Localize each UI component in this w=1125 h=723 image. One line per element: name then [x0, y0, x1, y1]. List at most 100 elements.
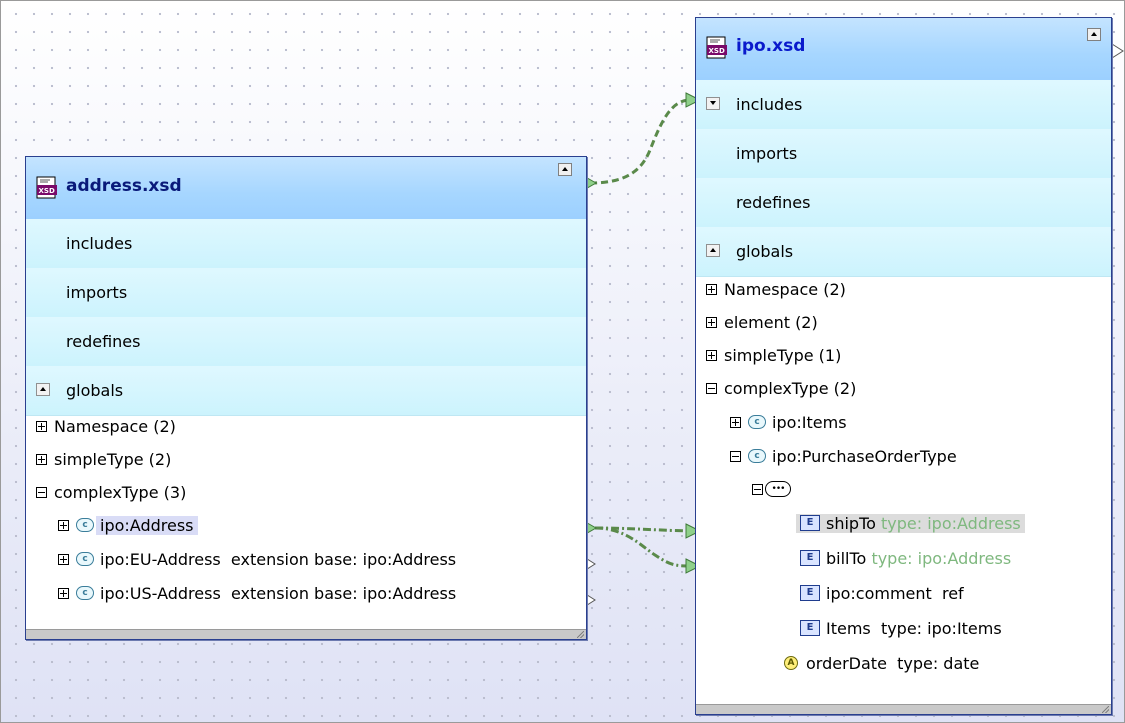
plus-icon[interactable]: [58, 553, 69, 565]
plus-icon[interactable]: [730, 416, 741, 428]
minus-icon[interactable]: [706, 382, 717, 394]
node-label: Namespace (2): [54, 417, 176, 436]
xsd-file-icon: XSD: [36, 176, 57, 199]
imports-label: imports: [736, 144, 798, 163]
node-label: orderDate: [806, 654, 887, 673]
tree-node-ipo-us-address[interactable]: c ipo:US-Address extension base: ipo:Addr…: [58, 583, 456, 605]
imports-section[interactable]: imports: [696, 129, 1111, 179]
node-type: type: date: [897, 654, 980, 673]
collapse-box-button[interactable]: [558, 163, 572, 176]
node-label: ipo:PurchaseOrderType: [772, 447, 957, 466]
plus-icon[interactable]: [36, 453, 47, 465]
tree-node-complextype[interactable]: complexType (3): [36, 482, 186, 504]
plus-icon[interactable]: [706, 349, 717, 361]
redefines-label: redefines: [66, 332, 141, 351]
node-label: ipo:EU-Address extension base: ipo:Addre…: [100, 550, 457, 569]
resize-grip-icon[interactable]: [1102, 706, 1109, 713]
node-label: billTo: [826, 549, 867, 568]
node-label: ipo:Address: [96, 516, 198, 535]
ipo-xsd-header[interactable]: XSD ipo.xsd: [696, 18, 1111, 81]
complex-type-icon: c: [76, 586, 94, 600]
address-xsd-header[interactable]: XSD address.xsd: [26, 157, 586, 220]
plus-icon[interactable]: [58, 587, 69, 599]
node-label: simpleType (2): [54, 450, 172, 469]
plus-icon[interactable]: [706, 283, 717, 295]
tree-node-ipo-eu-address[interactable]: c ipo:EU-Address extension base: ipo:Addr…: [58, 549, 456, 571]
file-title: address.xsd: [66, 176, 182, 196]
address-xsd-box[interactable]: XSD address.xsd includes imports redefin…: [25, 156, 587, 640]
minus-icon[interactable]: [36, 486, 47, 498]
plus-icon[interactable]: [706, 316, 717, 328]
node-label: complexType (2): [724, 379, 857, 398]
attribute-icon: A: [784, 656, 798, 670]
svg-text:XSD: XSD: [39, 187, 55, 195]
node-type: type: ipo:Items: [880, 619, 1002, 638]
node-label: element (2): [724, 313, 818, 332]
redefines-label: redefines: [736, 193, 811, 212]
tree-node-namespace[interactable]: Namespace (2): [36, 416, 176, 438]
tree-node-ipo-address[interactable]: c ipo:Address: [58, 515, 198, 537]
node-label: ipo:Items: [772, 413, 847, 432]
includes-section[interactable]: includes: [696, 80, 1111, 130]
minus-icon[interactable]: [752, 483, 763, 495]
sequence-icon: [765, 478, 791, 500]
globals-label: globals: [66, 381, 124, 400]
imports-section[interactable]: imports: [26, 268, 586, 318]
includes-section[interactable]: includes: [26, 219, 586, 269]
includes-label: includes: [736, 95, 803, 114]
complex-type-icon: c: [76, 552, 94, 566]
node-label: Namespace (2): [724, 280, 846, 299]
complex-type-icon: c: [748, 449, 766, 463]
file-title: ipo.xsd: [736, 36, 806, 56]
tree-node-items[interactable]: E Items type: ipo:Items: [800, 618, 1002, 640]
tree-node-orderdate[interactable]: AorderDate type: date: [784, 653, 979, 675]
node-label: ipo:US-Address extension base: ipo:Addre…: [100, 584, 457, 603]
tree-node-simpletype[interactable]: simpleType (2): [36, 449, 171, 471]
plus-icon[interactable]: [36, 420, 47, 432]
node-label: simpleType (1): [724, 346, 842, 365]
tree-node-element[interactable]: element (2): [706, 312, 818, 334]
complex-type-icon: c: [748, 415, 766, 429]
globals-collapse-button[interactable]: [36, 383, 50, 396]
tree-node-shipto[interactable]: EshipTo type: ipo:Address: [796, 513, 1025, 535]
imports-label: imports: [66, 283, 128, 302]
element-icon: E: [800, 515, 820, 531]
includes-expand-button[interactable]: [706, 97, 720, 110]
node-label: ipo:comment: [826, 584, 932, 603]
element-icon: E: [800, 550, 820, 566]
includes-label: includes: [66, 234, 133, 253]
ipo-xsd-box[interactable]: XSD ipo.xsd includes imports redefines g…: [695, 17, 1112, 715]
tree-node-namespace[interactable]: Namespace (2): [706, 279, 846, 301]
node-label: shipTo: [826, 514, 876, 533]
globals-collapse-button[interactable]: [706, 244, 720, 257]
complex-type-icon: c: [76, 518, 94, 532]
minus-icon[interactable]: [730, 450, 741, 462]
node-type: ref: [941, 584, 964, 603]
globals-section[interactable]: globals: [26, 366, 586, 416]
redefines-section[interactable]: redefines: [696, 178, 1111, 228]
node-type: type: ipo:Address: [871, 549, 1012, 568]
tree-node-complextype[interactable]: complexType (2): [706, 378, 856, 400]
element-icon: E: [800, 620, 820, 636]
plus-icon[interactable]: [58, 519, 69, 531]
node-label: Items: [826, 619, 871, 638]
svg-text:XSD: XSD: [709, 47, 725, 55]
node-label: complexType (3): [54, 483, 187, 502]
tree-node-simpletype[interactable]: simpleType (1): [706, 345, 841, 367]
tree-node-ipo-items[interactable]: c ipo:Items: [730, 412, 847, 434]
tree-node-billto[interactable]: EbillTo type: ipo:Address: [800, 548, 1011, 570]
box-footer: [26, 629, 586, 639]
globals-section[interactable]: globals: [696, 227, 1111, 277]
node-type: type: ipo:Address: [881, 514, 1021, 533]
tree-node-comment[interactable]: Eipo:comment ref: [800, 583, 964, 605]
box-footer: [696, 704, 1111, 714]
selected-row-highlight: EshipTo type: ipo:Address: [796, 514, 1025, 533]
tree-node-purchase-order-type[interactable]: c ipo:PurchaseOrderType: [730, 446, 957, 468]
tree-node-sequence[interactable]: [752, 478, 791, 501]
xsd-file-icon: XSD: [706, 36, 727, 59]
resize-grip-icon[interactable]: [577, 631, 584, 638]
redefines-section[interactable]: redefines: [26, 317, 586, 367]
collapse-box-button[interactable]: [1087, 28, 1101, 41]
globals-label: globals: [736, 242, 794, 261]
element-icon: E: [800, 585, 820, 601]
